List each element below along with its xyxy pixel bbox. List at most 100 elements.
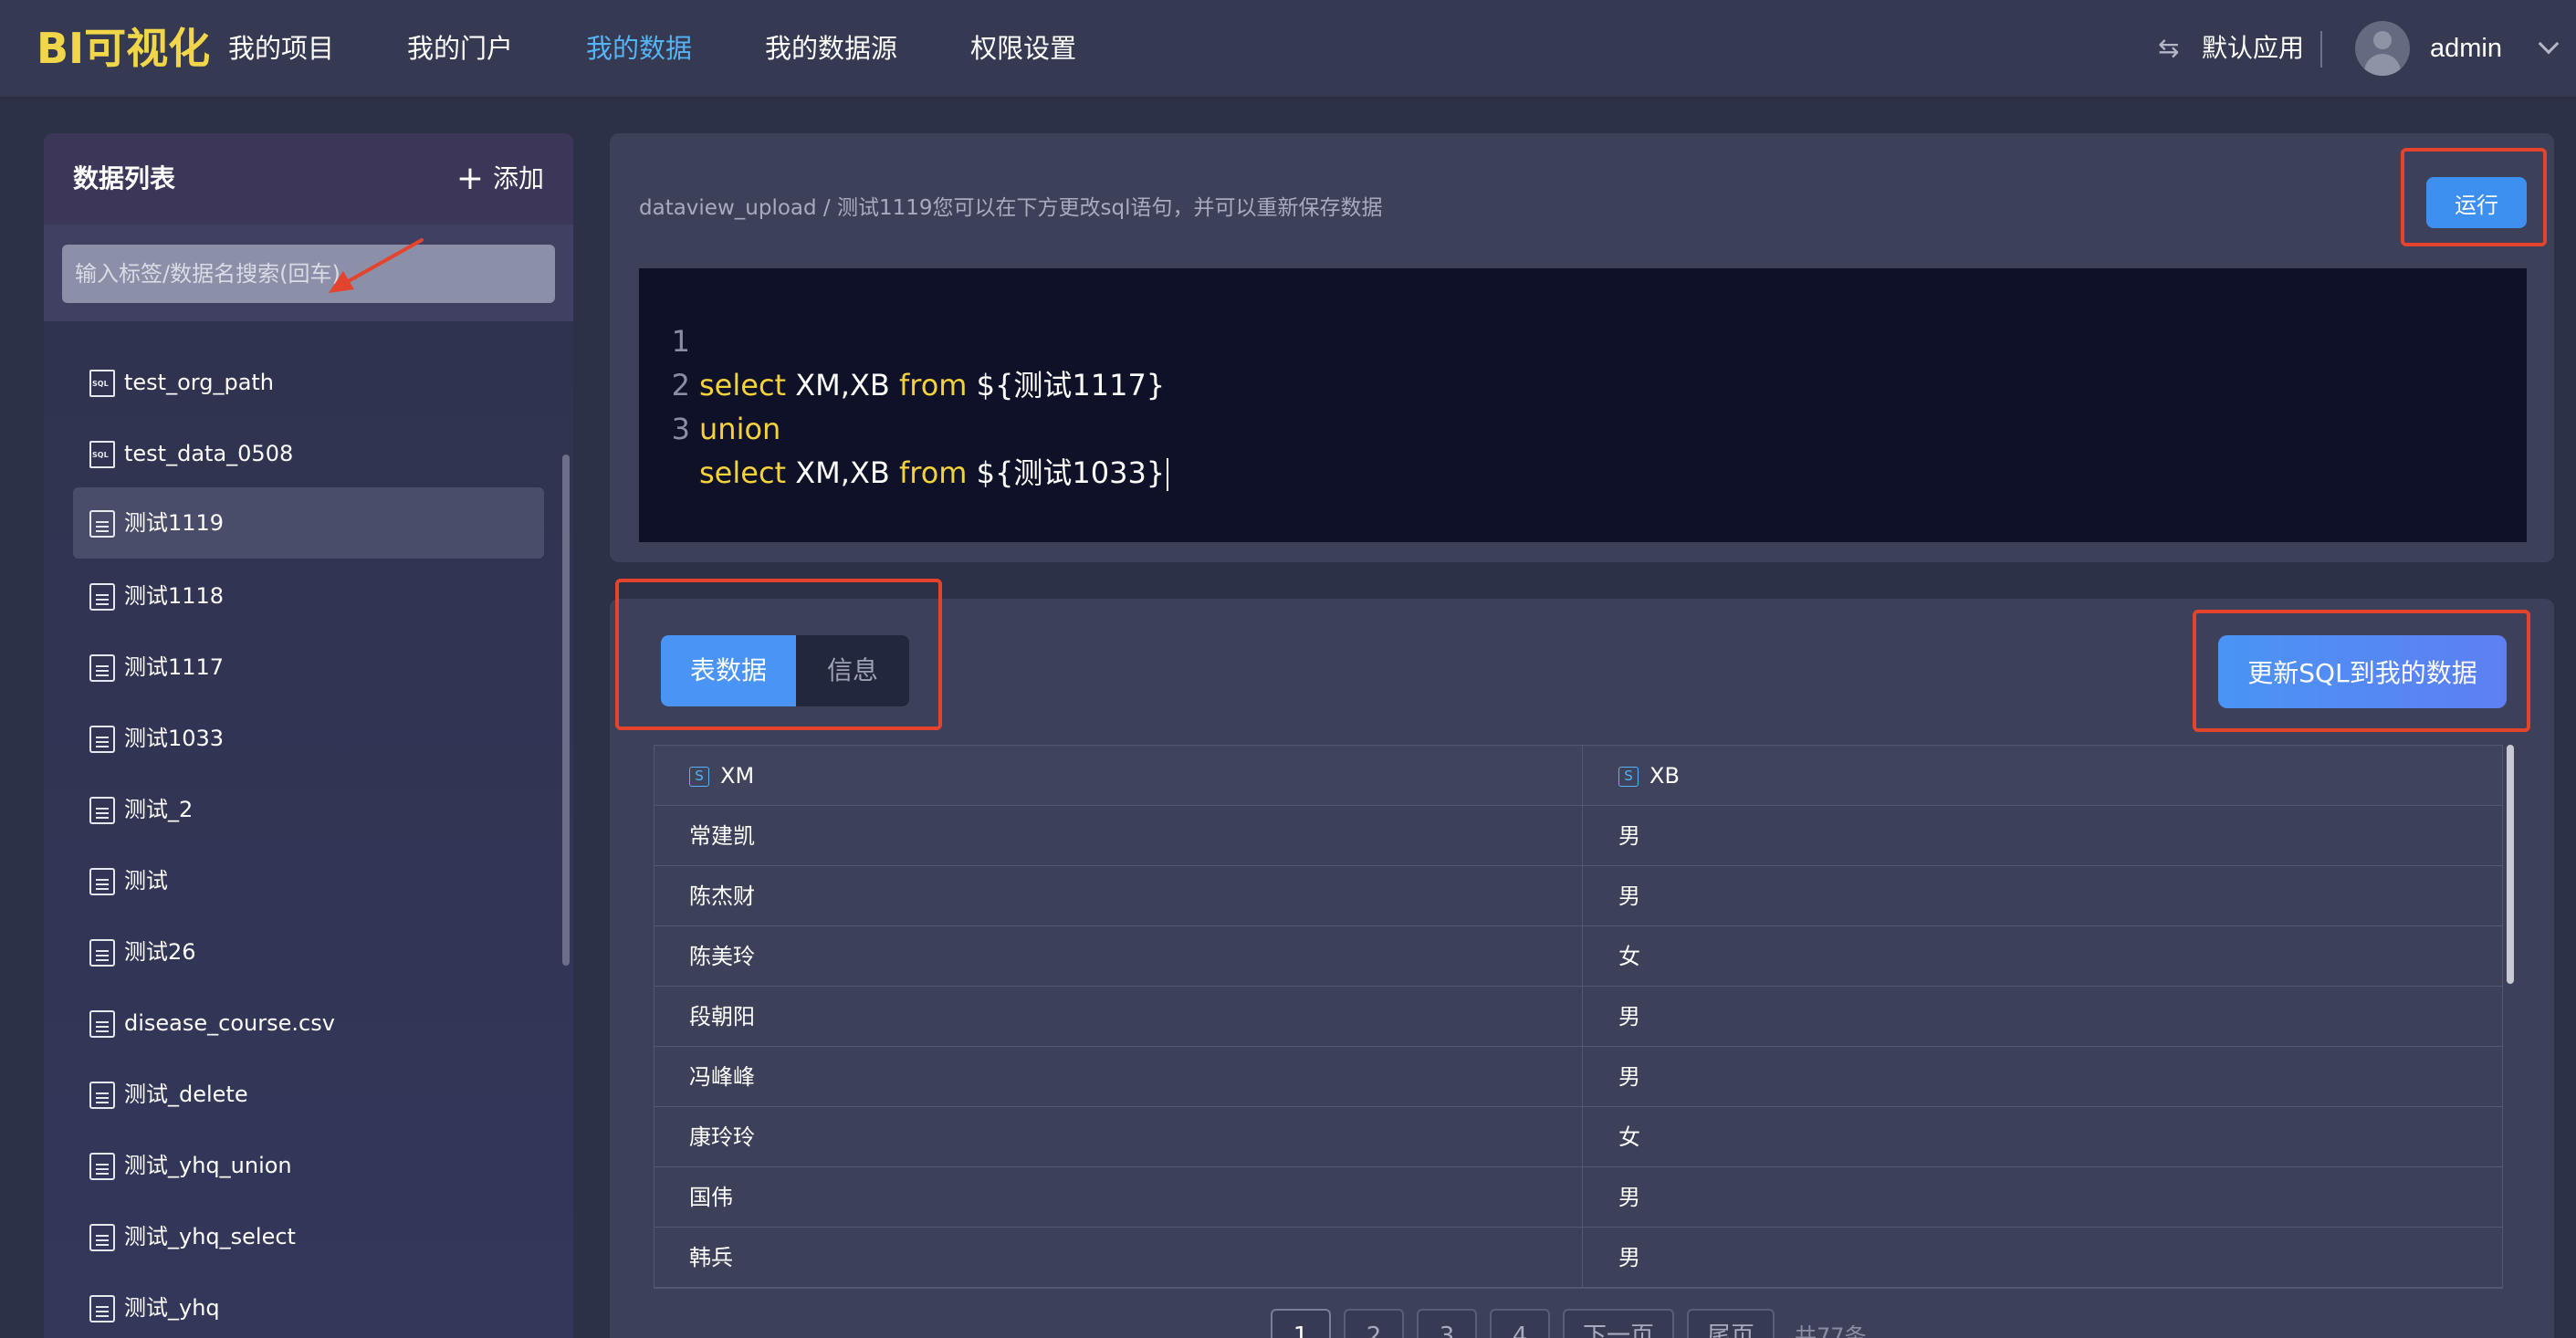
sidebar-title: 数据列表 [73,163,176,193]
list-item-label: 测试_yhq_select [124,1224,296,1249]
switch-arrows-icon[interactable]: ⇆ [2158,33,2179,63]
table-cell: 常建凯 [689,823,755,849]
page-button-2[interactable]: 2 [1344,1309,1404,1338]
list-item-test-org-path[interactable]: SQL test_org_path [73,347,544,418]
list-item-test[interactable]: 测试 [73,845,544,916]
file-icon [89,654,115,682]
table-cell: 陈杰财 [689,883,755,909]
column-header-xm[interactable]: S XM [689,746,754,806]
breadcrumb: dataview_upload / 测试1119您可以在下方更改sql语句，并可… [639,196,1383,220]
tab-table-data[interactable]: 表数据 [661,635,796,706]
sidebar-scrollbar[interactable] [562,455,570,966]
last-page-button[interactable]: 尾页 [1687,1309,1775,1338]
column-header-xb[interactable]: S XB [1618,746,1680,806]
file-icon [89,1010,115,1038]
list-item-label: 测试26 [124,939,196,965]
table-header-row: S XM S XB [654,746,2502,806]
table-cell: 男 [1618,1185,1640,1210]
table-row: 陈杰财 男 [654,866,2502,926]
table-cell: 女 [1618,1124,1640,1150]
page-button-4[interactable]: 4 [1490,1309,1550,1338]
list-item-label: 测试_yhq_union [124,1153,292,1178]
list-item-test-yhq-union[interactable]: 测试_yhq_union [73,1130,544,1201]
table-row: 冯峰峰 男 [654,1047,2502,1107]
nav-my-data[interactable]: 我的数据 [586,0,692,97]
string-type-icon: S [689,767,709,787]
list-item-test-2[interactable]: 测试_2 [73,774,544,845]
table-cell: 陈美玲 [689,944,755,969]
file-icon [89,510,115,538]
sql-editor-panel: dataview_upload / 测试1119您可以在下方更改sql语句，并可… [610,133,2554,562]
update-sql-button[interactable]: 更新SQL到我的数据 [2218,635,2507,708]
nav-my-portal[interactable]: 我的门户 [407,0,513,97]
file-icon [89,726,115,753]
keyword: select [699,455,787,490]
list-item-test-1118[interactable]: 测试1118 [73,560,544,632]
list-item-test-delete[interactable]: 测试_delete [73,1059,544,1130]
column-name: XB [1649,763,1680,789]
file-icon [89,797,115,824]
list-item-label: 测试1117 [124,654,225,680]
code-fragment: XM,XB [786,368,899,402]
string-type-icon: S [1618,767,1639,787]
list-item-test-data-0508[interactable]: SQL test_data_0508 [73,418,544,489]
table-row: 康玲玲 女 [654,1107,2502,1167]
table-cell: 男 [1618,1004,1640,1030]
nav-my-projects[interactable]: 我的项目 [228,0,334,97]
table-scrollbar[interactable] [2507,745,2514,984]
nav-my-datasources[interactable]: 我的数据源 [765,0,897,97]
code-text: select XM,XB from ${测试1033} [699,451,1169,495]
divider [2320,31,2322,68]
list-item-test-26[interactable]: 测试26 [73,916,544,988]
table-cell: 韩兵 [689,1245,733,1270]
app-logo[interactable]: BI可视化 [37,20,210,77]
sql-code-editor[interactable]: 1 select XM,XB from ${测试1117} 2 union 3 … [639,268,2527,542]
code-fragment: ${测试1033} [967,455,1166,490]
column-name: XM [720,763,755,789]
table-row: 国伟 男 [654,1167,2502,1228]
list-item-test-yhq-select[interactable]: 测试_yhq_select [73,1201,544,1272]
list-item-label: disease_course.csv [124,1010,335,1036]
data-list-sidebar: 数据列表 + 添加 SQL test_org_path SQL test_dat… [44,133,573,1338]
avatar-head-shape [2373,31,2392,49]
line-number: 3 [671,412,690,446]
app-switch-button[interactable]: 默认应用 [2202,0,2304,97]
keyword: from [899,368,968,402]
nav-permission-settings[interactable]: 权限设置 [970,0,1076,97]
code-line: 1 select XM,XB from ${测试1117} [639,276,1166,402]
avatar[interactable] [2355,21,2410,76]
list-item-test-yhq[interactable]: 测试_yhq [73,1272,544,1338]
annotation-arrow [329,238,424,293]
avatar-body-shape [2364,54,2401,76]
list-item-label: test_data_0508 [124,441,294,466]
page-button-3[interactable]: 3 [1417,1309,1477,1338]
list-item-test-1117[interactable]: 测试1117 [73,632,544,703]
list-item-label: 测试1118 [124,583,225,609]
table-row: 常建凯 男 [654,806,2502,866]
add-data-button[interactable]: + 添加 [456,159,544,199]
list-item-test-1033[interactable]: 测试1033 [73,703,544,774]
list-item-label: 测试_yhq [124,1295,220,1321]
username[interactable]: admin [2430,0,2502,97]
table-cell: 康玲玲 [689,1124,755,1150]
list-item-disease-course[interactable]: disease_course.csv [73,988,544,1059]
chevron-down-icon[interactable] [2538,33,2560,55]
sql-file-icon: SQL [89,370,115,397]
file-icon [89,939,115,967]
data-tabs: 表数据 信息 [661,635,909,706]
file-icon [89,1224,115,1251]
data-table: S XM S XB 常建凯 男 陈杰财 男 陈美玲 女 段朝阳 男 冯峰峰 男 康玲… [654,745,2503,1289]
table-row: 段朝阳 男 [654,987,2502,1047]
list-item-test-1119[interactable]: 测试1119 [73,487,544,559]
file-icon [89,583,115,611]
tab-info[interactable]: 信息 [796,635,909,706]
file-icon [89,1153,115,1180]
next-page-button[interactable]: 下一页 [1563,1309,1675,1338]
table-cell: 男 [1618,1245,1640,1270]
page-button-1[interactable]: 1 [1271,1309,1331,1338]
data-preview-panel: 表数据 信息 更新SQL到我的数据 S XM S XB 常建凯 男 陈杰财 男 陈美… [610,579,2554,1338]
run-button[interactable]: 运行 [2426,177,2527,228]
top-right-area: ⇆ 默认应用 admin [2120,0,2576,97]
search-input[interactable] [62,245,555,303]
sidebar-header: 数据列表 + 添加 [44,133,573,225]
